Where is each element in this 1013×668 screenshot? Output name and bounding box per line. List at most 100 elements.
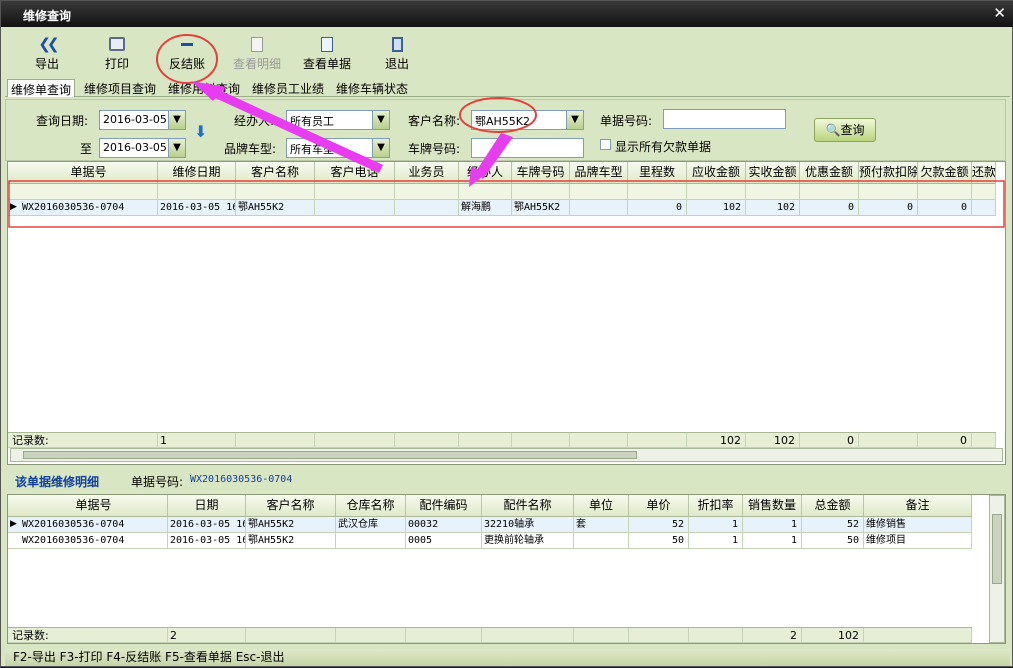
column-header[interactable]: 经办人	[459, 162, 512, 183]
exit-door-icon	[391, 36, 403, 52]
filter-cell[interactable]	[395, 184, 459, 200]
customer-select[interactable]: 鄂AH55K2 ▼	[471, 110, 584, 130]
exit-label: 退出	[384, 57, 409, 71]
column-header[interactable]: 销售数量	[743, 495, 802, 516]
export-label: 导出	[34, 57, 59, 71]
row-pointer-icon: ▶	[10, 519, 17, 529]
tab-repair-order[interactable]: 维修单查询	[7, 79, 76, 97]
column-header[interactable]: 里程数	[628, 162, 687, 183]
filter-cell[interactable]	[570, 184, 628, 200]
column-header[interactable]: 仓库名称	[336, 495, 406, 516]
printer-icon	[109, 37, 125, 51]
handler-select[interactable]: 所有员工 ▼	[286, 110, 390, 130]
footer-cell	[574, 628, 629, 643]
chevron-down-icon[interactable]: ▼	[372, 111, 389, 129]
footer-cell: 2	[168, 628, 246, 643]
table-cell: 2016-03-05 16	[158, 200, 236, 216]
export-button[interactable]: ❮❮ 导出	[17, 35, 77, 72]
chevron-down-icon[interactable]: ▼	[168, 111, 185, 129]
column-header[interactable]: 单据号	[20, 495, 168, 516]
filter-cell[interactable]	[800, 184, 859, 200]
tab-repair-materials[interactable]: 维修用料查询	[165, 79, 243, 97]
filter-cell[interactable]	[315, 184, 395, 200]
close-icon[interactable]: ✕	[993, 4, 1006, 22]
column-header[interactable]: 客户名称	[246, 495, 336, 516]
table-cell	[315, 200, 395, 216]
column-header[interactable]: 实收金额	[746, 162, 800, 183]
column-header[interactable]: 配件编码	[406, 495, 482, 516]
footer-cell	[512, 433, 570, 449]
column-header[interactable]: 单价	[629, 495, 689, 516]
tab-repair-items[interactable]: 维修项目查询	[81, 79, 159, 97]
date-from-value: 2016-03-05	[103, 113, 167, 126]
brand-select[interactable]: 所有车型 ▼	[286, 138, 390, 158]
footer-cell	[336, 628, 406, 643]
scrollbar-thumb[interactable]	[992, 514, 1002, 584]
doc-number-input[interactable]	[663, 109, 786, 129]
table-cell: 102	[746, 200, 800, 216]
view-detail-label: 查看明细	[232, 57, 281, 71]
exit-button[interactable]: 退出	[367, 35, 427, 72]
column-header[interactable]: 单位	[574, 495, 629, 516]
column-header[interactable]: 折扣率	[689, 495, 743, 516]
table-row[interactable]: ▶ WX2016030536-0704 2016-03-05 16 鄂AH55K2 解海…	[8, 200, 996, 216]
column-header[interactable]: 品牌车型	[570, 162, 628, 183]
column-header[interactable]: 客户电话	[315, 162, 395, 183]
footer-cell	[859, 433, 918, 449]
column-header[interactable]: 日期	[168, 495, 246, 516]
column-header[interactable]: 总金额	[802, 495, 864, 516]
reverse-settle-button[interactable]: 反结账	[157, 35, 217, 72]
toolbar: ❮❮ 导出 打印 反结账 查看明细 查看单据 退出	[5, 29, 1010, 77]
query-button[interactable]: 🔍查询	[814, 118, 876, 142]
table-cell: 更换前轮轴承	[482, 533, 574, 549]
filter-cell[interactable]	[859, 184, 918, 200]
horizontal-scrollbar[interactable]	[10, 448, 1003, 462]
column-header[interactable]: 预付款扣除	[859, 162, 918, 183]
scrollbar-thumb[interactable]	[23, 451, 637, 459]
filter-cell[interactable]	[687, 184, 746, 200]
column-header[interactable]: 配件名称	[482, 495, 574, 516]
filter-cell[interactable]	[236, 184, 315, 200]
chevron-down-icon[interactable]: ▼	[566, 111, 583, 129]
show-debt-checkbox[interactable]	[600, 139, 611, 150]
date-from-picker[interactable]: 2016-03-05 ▼	[99, 110, 186, 130]
filter-cell[interactable]	[459, 184, 512, 200]
filter-row[interactable]	[8, 184, 996, 200]
detail-doc-value: WX2016030536-0704	[190, 474, 293, 485]
filter-cell[interactable]	[628, 184, 687, 200]
table-cell: 鄂AH55K2	[246, 533, 336, 549]
column-header[interactable]: 还款	[972, 162, 996, 183]
filter-cell[interactable]	[158, 184, 236, 200]
chevron-down-icon[interactable]: ▼	[372, 139, 389, 157]
filter-cell[interactable]	[512, 184, 570, 200]
column-header[interactable]: 单据号	[20, 162, 158, 183]
tab-vehicle-status[interactable]: 维修车辆状态	[333, 79, 411, 97]
plate-input[interactable]	[471, 138, 584, 158]
column-header[interactable]: 备注	[864, 495, 972, 516]
column-header[interactable]: 欠款金额	[918, 162, 972, 183]
column-header[interactable]: 维修日期	[158, 162, 236, 183]
table-row[interactable]: WX2016030536-0704 2016-03-05 16 鄂AH55K2 000…	[8, 533, 972, 549]
column-header[interactable]: 应收金额	[687, 162, 746, 183]
chevron-down-icon[interactable]: ▼	[168, 139, 185, 157]
column-header[interactable]: 业务员	[395, 162, 459, 183]
table-row[interactable]: ▶ WX2016030536-0704 2016-03-05 16 鄂AH55K2 武汉…	[8, 517, 972, 533]
footer-cell	[972, 433, 996, 449]
filter-cell[interactable]	[746, 184, 800, 200]
column-header[interactable]: 车牌号码	[512, 162, 570, 183]
table-cell: 鄂AH55K2	[236, 200, 315, 216]
filter-cell[interactable]	[918, 184, 972, 200]
detail-title: 该单据维修明细	[15, 475, 100, 489]
footer-cell: 1	[158, 433, 236, 449]
vertical-scrollbar[interactable]	[989, 495, 1005, 643]
filter-cell[interactable]	[972, 184, 996, 200]
print-button[interactable]: 打印	[87, 35, 147, 72]
filter-cell[interactable]	[20, 184, 158, 200]
tab-staff-performance[interactable]: 维修员工业绩	[249, 79, 327, 97]
column-header[interactable]: 优惠金额	[800, 162, 859, 183]
column-header[interactable]: 客户名称	[236, 162, 315, 183]
view-detail-button[interactable]: 查看明细	[227, 35, 287, 72]
view-document-button[interactable]: 查看单据	[297, 35, 357, 72]
table-cell: 1	[743, 533, 802, 549]
date-to-picker[interactable]: 2016-03-05 ▼	[99, 138, 186, 158]
